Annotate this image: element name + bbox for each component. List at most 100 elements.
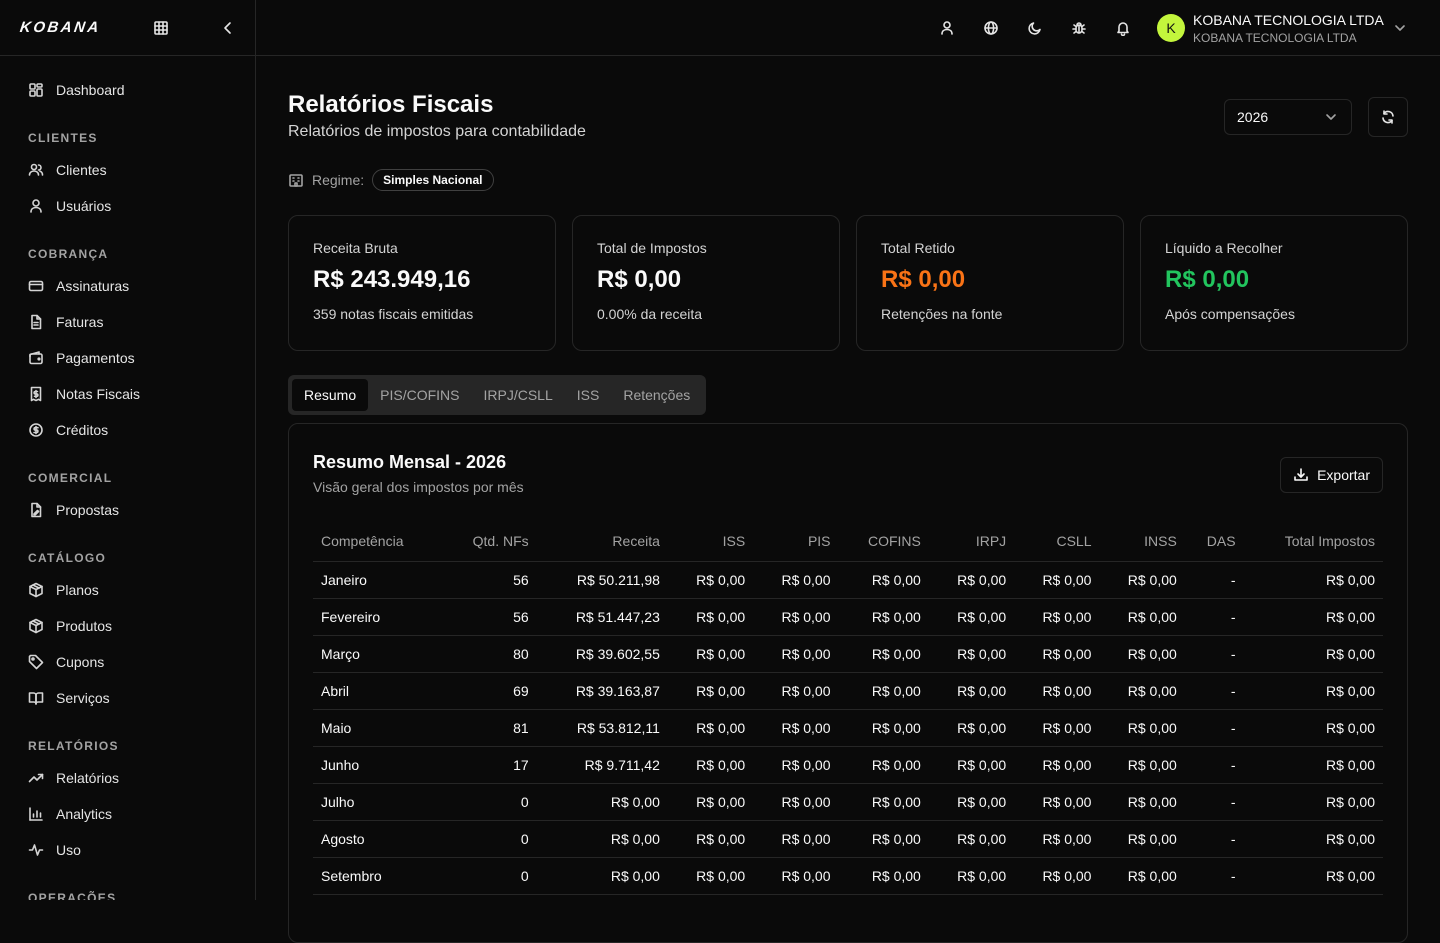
- table-cell: R$ 0,00: [667, 857, 754, 895]
- column-header-inss: INSS: [1099, 521, 1185, 562]
- table-cell: Março: [313, 635, 443, 673]
- tab-pis-cofins[interactable]: PIS/COFINS: [368, 379, 471, 411]
- summary-card-total-de-impostos: Total de Impostos R$ 0,00 0.00% da receita: [572, 215, 840, 351]
- table-cell: R$ 0,00: [838, 746, 929, 784]
- table-cell: R$ 0,00: [838, 672, 929, 710]
- table-cell: R$ 0,00: [838, 635, 929, 673]
- table-cell: R$ 0,00: [1014, 820, 1100, 858]
- globe-icon[interactable]: [983, 20, 999, 36]
- sidebar-item-creditos[interactable]: Créditos: [0, 412, 255, 448]
- sidebar-item-label: Faturas: [56, 314, 104, 330]
- sidebar-item-notas-fiscais[interactable]: Notas Fiscais: [0, 376, 255, 412]
- sidebar-section-title: RELATÓRIOS: [28, 739, 119, 753]
- summary-card-receita-bruta: Receita Bruta R$ 243.949,16 359 notas fisc…: [288, 215, 556, 351]
- sidebar-item-analytics[interactable]: Analytics: [0, 796, 255, 832]
- refresh-button[interactable]: [1368, 97, 1408, 137]
- user-icon: [28, 198, 44, 214]
- table-cell: R$ 0,00: [928, 635, 1015, 673]
- sidebar-item-servicos[interactable]: Serviços: [0, 680, 255, 716]
- card-label: Total Retido: [881, 240, 955, 256]
- user-icon[interactable]: [939, 20, 955, 36]
- refresh-icon: [1380, 109, 1396, 125]
- card-label: Líquido a Recolher: [1165, 240, 1283, 256]
- tab-retencoes[interactable]: Retenções: [611, 379, 702, 411]
- sidebar-item-planos[interactable]: Planos: [0, 572, 255, 608]
- tab-resumo[interactable]: Resumo: [292, 379, 369, 411]
- card-footnote: Retenções na fonte: [881, 306, 1003, 322]
- sidebar-item-relatorios[interactable]: Relatórios: [0, 760, 255, 796]
- table-cell: -: [1184, 783, 1244, 821]
- table-cell: -: [1184, 709, 1244, 747]
- box-icon: [28, 618, 44, 634]
- table-cell: R$ 0,00: [1243, 672, 1383, 710]
- regime-label: Regime:: [312, 172, 365, 188]
- download-icon: [1293, 467, 1309, 483]
- panel-subtitle: Visão geral dos impostos por mês: [313, 479, 524, 495]
- table-cell: Janeiro: [313, 561, 443, 599]
- wallet-icon: [28, 350, 44, 366]
- sidebar-item-pagamentos[interactable]: Pagamentos: [0, 340, 255, 376]
- sidebar-item-label: Analytics: [56, 806, 113, 822]
- bell-icon[interactable]: [1115, 20, 1131, 36]
- table-cell: 81: [442, 709, 537, 747]
- summary-card-liquido-a-recolher: Líquido a Recolher R$ 0,00 Após compensaçõ…: [1140, 215, 1408, 351]
- column-header-competencia: Competência: [313, 521, 443, 562]
- table-cell: R$ 0,00: [928, 598, 1015, 636]
- grid-icon[interactable]: [153, 20, 169, 36]
- sidebar-item-faturas[interactable]: Faturas: [0, 304, 255, 340]
- table-cell: R$ 0,00: [753, 561, 839, 599]
- table-cell: R$ 0,00: [753, 598, 839, 636]
- table-cell: R$ 0,00: [1099, 783, 1185, 821]
- chevron-down-icon: [1323, 109, 1339, 125]
- topbar: K KOBANA TECNOLOGIA LTDA KOBANA TECNOLOG…: [256, 0, 1440, 56]
- tab-irpj-csll[interactable]: IRPJ/CSLL: [472, 379, 565, 411]
- account-name[interactable]: KOBANA TECNOLOGIA LTDA: [1193, 12, 1384, 28]
- sidebar-item-uso[interactable]: Uso: [0, 832, 255, 868]
- table-cell: -: [1184, 820, 1244, 858]
- table-cell: 69: [442, 672, 537, 710]
- sidebar-item-label: Produtos: [56, 618, 113, 634]
- sidebar-item-produtos[interactable]: Produtos: [0, 608, 255, 644]
- table-row: Abril 69 R$ 39.163,87 R$ 0,00 R$ 0,00 R$ 0,00…: [313, 672, 1383, 710]
- moon-icon[interactable]: [1027, 20, 1043, 36]
- sidebar-item-label: Pagamentos: [56, 350, 135, 366]
- avatar[interactable]: K: [1157, 14, 1185, 42]
- table-cell: Julho: [313, 783, 443, 821]
- bug-icon[interactable]: [1071, 20, 1087, 36]
- table-header: Competência Qtd. NFs Receita ISS PIS COFINS IR…: [313, 521, 1383, 562]
- card-icon: [28, 278, 44, 294]
- page-subtitle: Relatórios de impostos para contabilidad…: [288, 123, 586, 140]
- table-row: Fevereiro 56 R$ 51.447,23 R$ 0,00 R$ 0,00 R$ …: [313, 598, 1383, 636]
- table-cell: -: [1184, 598, 1244, 636]
- chevron-left-icon[interactable]: [220, 20, 236, 36]
- table-cell: R$ 0,00: [928, 820, 1015, 858]
- table-cell: R$ 0,00: [928, 746, 1015, 784]
- table-cell: R$ 0,00: [1099, 820, 1185, 858]
- chevron-down-icon[interactable]: [1392, 20, 1408, 36]
- table-cell: 56: [442, 561, 537, 599]
- kobana-logo[interactable]: KOBANA: [19, 19, 102, 36]
- tab-iss[interactable]: ISS: [565, 379, 612, 411]
- sidebar-item-label: Relatórios: [56, 770, 120, 786]
- tabs: Resumo PIS/COFINS IRPJ/CSLL ISS Retenções: [288, 375, 707, 415]
- sidebar-item-label: Assinaturas: [56, 278, 130, 294]
- table-cell: R$ 0,00: [1099, 672, 1185, 710]
- sidebar-item-usuarios[interactable]: Usuários: [0, 188, 255, 224]
- export-button[interactable]: Exportar: [1280, 457, 1383, 493]
- sidebar-item-dashboard[interactable]: Dashboard: [0, 72, 255, 108]
- year-select[interactable]: 2026: [1224, 99, 1352, 135]
- table-cell: R$ 0,00: [1099, 746, 1185, 784]
- table-cell: R$ 0,00: [753, 820, 839, 858]
- bar-chart-icon: [28, 806, 44, 822]
- table-cell: R$ 0,00: [838, 598, 929, 636]
- column-header-das: DAS: [1184, 521, 1244, 562]
- sidebar-item-label: Propostas: [56, 502, 120, 518]
- table-cell: R$ 0,00: [1243, 820, 1383, 858]
- sidebar-item-clientes[interactable]: Clientes: [0, 152, 255, 188]
- table-cell: -: [1184, 857, 1244, 895]
- sidebar-item-propostas[interactable]: Propostas: [0, 492, 255, 528]
- sidebar-item-assinaturas[interactable]: Assinaturas: [0, 268, 255, 304]
- coin-icon: [28, 422, 44, 438]
- table-cell: R$ 0,00: [838, 709, 929, 747]
- sidebar-item-cupons[interactable]: Cupons: [0, 644, 255, 680]
